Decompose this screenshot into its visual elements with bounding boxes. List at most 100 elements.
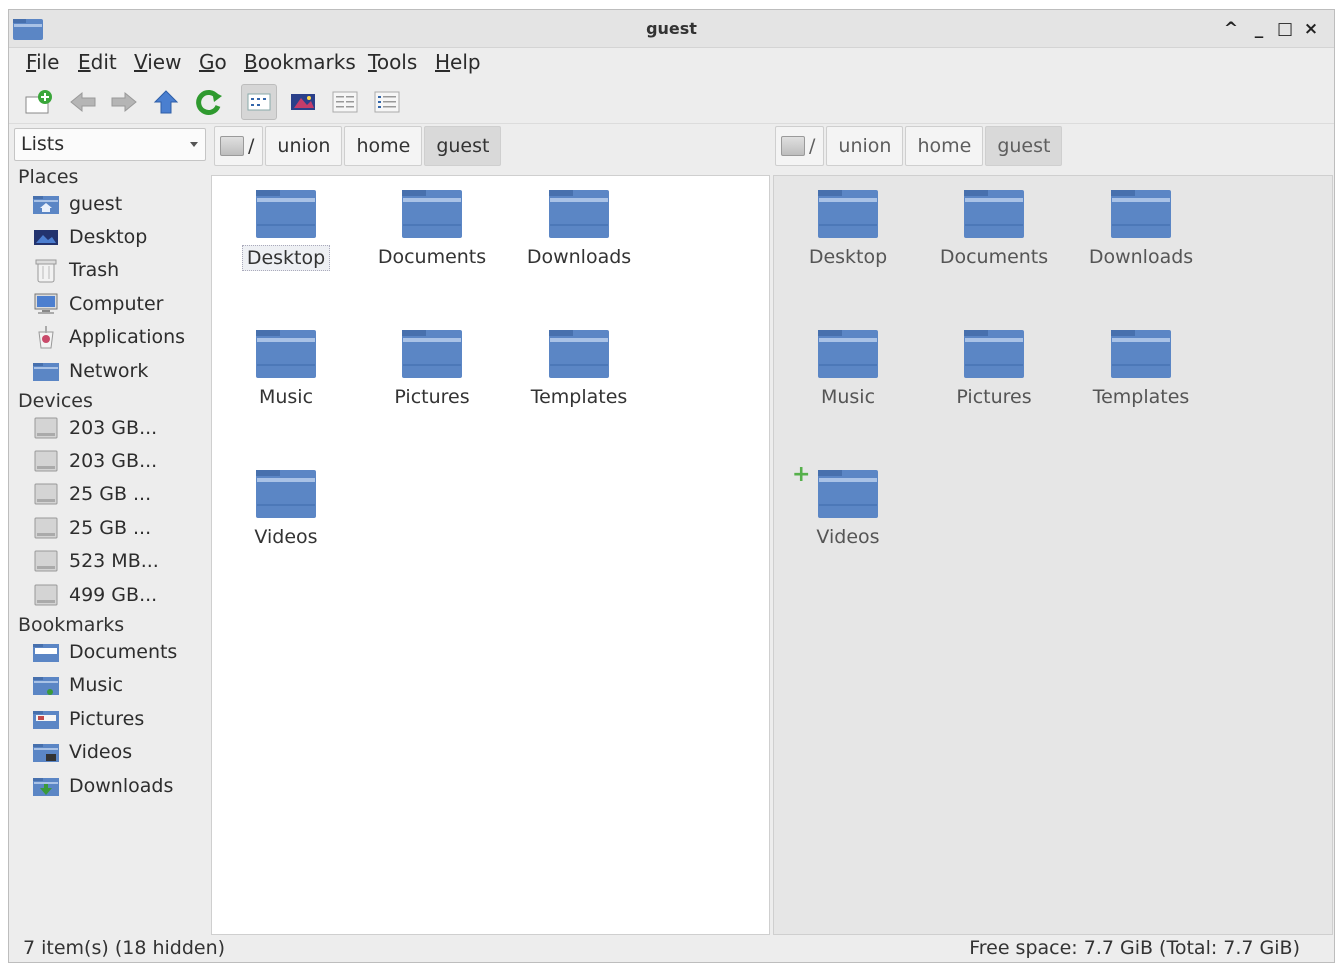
sidebar-item-device[interactable]: 203 GB... (31, 413, 157, 443)
detailed-list-view-icon (374, 91, 400, 113)
status-bar: 7 item(s) (18 hidden) Free space: 7.7 Gi… (9, 935, 1334, 963)
folder-item-desktop[interactable]: Desktop (218, 176, 354, 296)
bookmark-item-videos[interactable]: Videos (31, 737, 132, 767)
path-home-button[interactable]: home (344, 126, 423, 166)
forward-button[interactable] (106, 84, 142, 120)
reload-button[interactable] (191, 84, 227, 120)
sidebar-item-device[interactable]: 25 GB ... (31, 479, 151, 509)
dropdown-arrow-icon (190, 142, 198, 147)
side-pane: Places guest Desktop Trash Computer Appl… (9, 166, 211, 936)
up-arrow-icon (153, 90, 179, 114)
devices-heading: Devices (18, 390, 93, 412)
downloads-folder-icon (33, 778, 59, 796)
thumbnail-view-button[interactable] (285, 84, 321, 120)
sidebar-item-trash[interactable]: Trash (31, 255, 119, 285)
folder-icon (818, 470, 878, 518)
menu-help[interactable]: Help (435, 50, 481, 74)
sidebar-item-device[interactable]: 499 GB... (31, 580, 157, 610)
menu-go[interactable]: Go (199, 50, 227, 74)
shade-button[interactable]: ^ (1218, 16, 1244, 42)
right-file-pane[interactable]: Desktop Documents Downloads Music Pictur… (773, 175, 1333, 935)
minimize-button[interactable]: _ (1246, 16, 1272, 42)
back-button[interactable] (65, 84, 101, 120)
compact-view-icon (332, 91, 358, 113)
icon-view-button[interactable] (241, 84, 277, 120)
compact-view-button[interactable] (327, 84, 363, 120)
menu-view[interactable]: View (134, 50, 181, 74)
home-folder-icon (33, 196, 59, 214)
sidebar-item-desktop[interactable]: Desktop (31, 222, 147, 252)
path-guest-button[interactable]: guest (985, 126, 1063, 166)
right-path-bar: / union home guest (775, 126, 1064, 166)
menu-file[interactable]: File (26, 50, 59, 74)
path-home-button[interactable]: home (905, 126, 984, 166)
bookmark-item-pictures[interactable]: Pictures (31, 704, 144, 734)
folder-item-documents[interactable]: Documents (926, 176, 1062, 296)
bookmark-item-downloads[interactable]: Downloads (31, 771, 173, 801)
maximize-button[interactable]: □ (1272, 16, 1298, 42)
folder-item-templates[interactable]: Templates (1073, 316, 1209, 436)
up-button[interactable] (148, 84, 184, 120)
sidebar-item-device[interactable]: 523 MB... (31, 546, 159, 576)
sidebar-item-device[interactable]: 203 GB... (31, 446, 157, 476)
menu-bookmarks[interactable]: Bookmarks (244, 50, 356, 74)
path-guest-button[interactable]: guest (424, 126, 502, 166)
music-folder-icon (33, 677, 59, 695)
bookmark-item-music[interactable]: Music (31, 670, 123, 700)
folder-icon (1111, 190, 1171, 238)
bookmarks-heading: Bookmarks (18, 614, 125, 636)
videos-folder-icon (33, 744, 59, 762)
folder-icon (818, 330, 878, 378)
path-union-button[interactable]: union (265, 126, 343, 166)
folder-icon (256, 330, 316, 378)
folder-item-downloads[interactable]: Downloads (1073, 176, 1209, 296)
folder-icon (256, 470, 316, 518)
detailed-list-view-button[interactable] (369, 84, 405, 120)
desktop-icon (34, 230, 58, 245)
sidebar-item-guest[interactable]: guest (31, 189, 122, 219)
reload-icon (196, 90, 222, 115)
sidebar-item-network[interactable]: Network (31, 356, 148, 386)
icon-view-icon (247, 93, 271, 111)
folder-icon (1111, 330, 1171, 378)
forward-arrow-icon (111, 91, 137, 113)
item-count-status: 7 item(s) (18 hidden) (23, 937, 226, 959)
folder-item-documents[interactable]: Documents (364, 176, 500, 296)
folder-item-music[interactable]: Music (780, 316, 916, 436)
folder-item-desktop[interactable]: Desktop (780, 176, 916, 296)
side-pane-mode-value: Lists (21, 133, 65, 155)
computer-icon (34, 293, 58, 314)
free-space-status: Free space: 7.7 GiB (Total: 7.7 GiB) (969, 937, 1300, 959)
folder-icon (964, 190, 1024, 238)
new-tab-button[interactable] (21, 84, 57, 120)
folder-item-music[interactable]: Music (218, 316, 354, 436)
folder-item-videos[interactable]: Videos (218, 456, 354, 576)
applications-icon (38, 326, 54, 349)
left-file-pane[interactable]: Desktop Documents Downloads Music Pictur… (211, 175, 770, 935)
pictures-folder-icon (33, 711, 59, 729)
side-pane-mode-select[interactable]: Lists (14, 128, 206, 161)
sidebar-item-applications[interactable]: Applications (31, 322, 185, 352)
drop-add-icon: + (792, 462, 811, 487)
documents-folder-icon (33, 644, 59, 662)
sidebar-item-device[interactable]: 25 GB ... (31, 513, 151, 543)
close-button[interactable]: × (1298, 16, 1324, 42)
menu-tools[interactable]: Tools (368, 50, 417, 74)
folder-item-templates[interactable]: Templates (511, 316, 647, 436)
left-path-bar: / union home guest (214, 126, 503, 166)
drive-icon (220, 136, 244, 156)
folder-item-videos[interactable]: + Videos (780, 456, 916, 576)
folder-item-pictures[interactable]: Pictures (364, 316, 500, 436)
path-root-button[interactable]: / (214, 126, 264, 166)
drive-icon (34, 450, 58, 472)
folder-item-downloads[interactable]: Downloads (511, 176, 647, 296)
path-union-button[interactable]: union (826, 126, 904, 166)
path-root-button[interactable]: / (775, 126, 825, 166)
sidebar-item-computer[interactable]: Computer (31, 289, 163, 319)
toolbar (9, 80, 1334, 124)
title-bar[interactable]: guest ^ _ □ × (9, 10, 1334, 48)
menu-edit[interactable]: Edit (78, 50, 117, 74)
folder-item-pictures[interactable]: Pictures (926, 316, 1062, 436)
folder-icon (964, 330, 1024, 378)
bookmark-item-documents[interactable]: Documents (31, 637, 177, 667)
